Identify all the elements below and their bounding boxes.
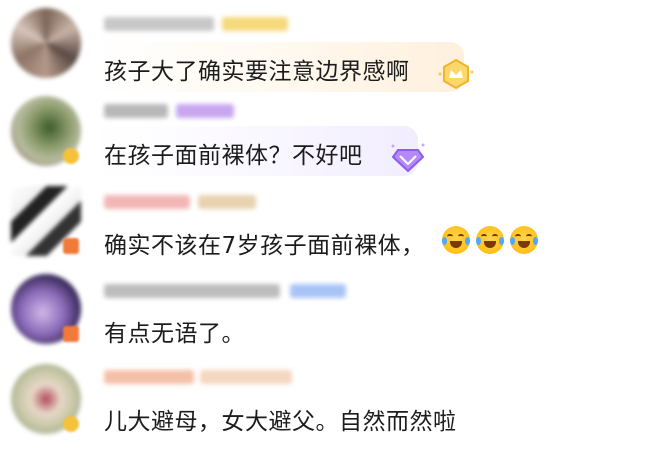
username-blurred[interactable] <box>104 370 194 384</box>
tears-of-joy-icon <box>476 226 504 254</box>
username-blurred[interactable] <box>104 17 214 31</box>
comment-item[interactable]: 在孩子面前裸体？不好吧 <box>0 90 660 178</box>
user-level-badge <box>222 17 288 31</box>
comment-feed: 孩子大了确实要注意边界感啊 在孩子面前裸体？不好吧 确实不该在7岁孩子面前裸体，… <box>0 0 660 453</box>
avatar[interactable] <box>11 274 81 344</box>
comment-text: 在孩子面前裸体？不好吧 <box>104 143 363 169</box>
comment-text: 有点无语了。 <box>104 321 245 347</box>
avatar[interactable] <box>11 364 81 434</box>
user-level-badge <box>200 370 292 384</box>
username-blurred[interactable] <box>104 284 280 298</box>
user-level-badge <box>290 284 346 298</box>
comment-text: 孩子大了确实要注意边界感啊 <box>104 59 410 85</box>
avatar[interactable] <box>11 96 81 166</box>
user-level-badge <box>198 195 256 209</box>
avatar[interactable] <box>11 186 81 256</box>
comment-item[interactable]: 孩子大了确实要注意边界感啊 <box>0 0 660 92</box>
comment-text: 儿大避母，女大避父。自然而然啦 <box>104 409 457 435</box>
avatar[interactable] <box>11 8 81 78</box>
comment-item[interactable]: 确实不该在7岁孩子面前裸体， <box>0 180 660 268</box>
tears-of-joy-icon <box>442 226 470 254</box>
username-blurred[interactable] <box>104 195 190 209</box>
comment-text: 确实不该在7岁孩子面前裸体， <box>104 233 425 259</box>
comment-item[interactable]: 儿大避母，女大避父。自然而然啦 <box>0 358 660 446</box>
username-blurred[interactable] <box>104 104 168 118</box>
purple-diamond-badge-icon <box>391 143 425 173</box>
comment-item[interactable]: 有点无语了。 <box>0 270 660 358</box>
user-level-badge <box>176 104 234 118</box>
gold-crown-badge-icon <box>438 58 474 90</box>
tears-of-joy-icon <box>510 226 538 254</box>
